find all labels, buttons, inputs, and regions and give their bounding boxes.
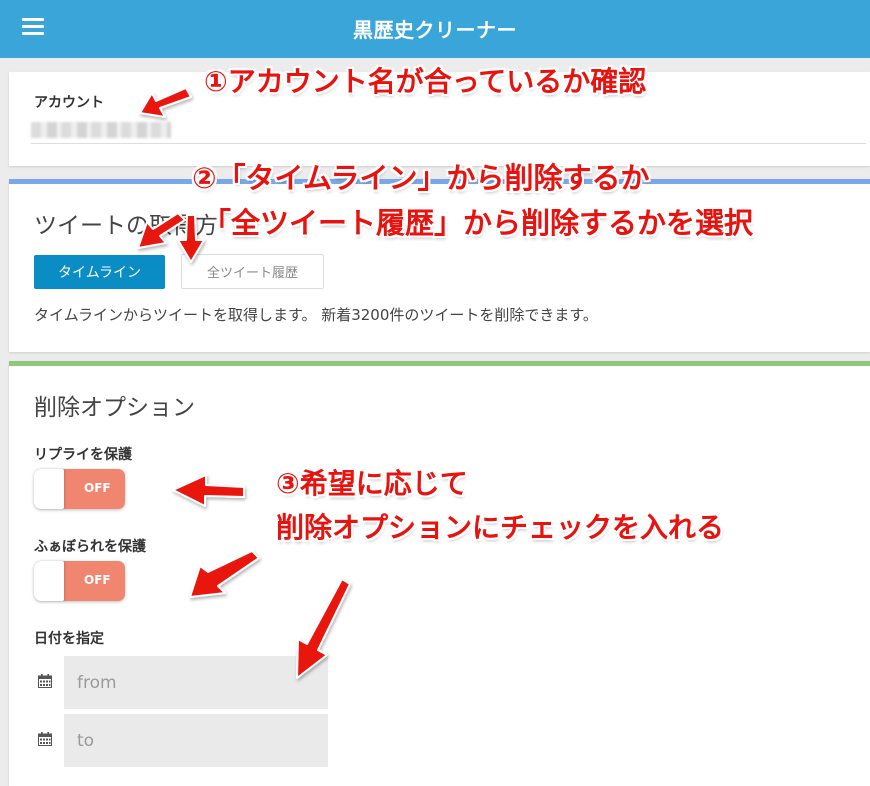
tweet-source-title: ツイートの取得方 bbox=[34, 213, 218, 239]
app-header: 黒歴史クリーナー bbox=[0, 0, 870, 58]
account-label: アカウント bbox=[34, 95, 104, 111]
annotation-step-3-line-1: ③希望に応じて bbox=[276, 467, 468, 500]
protect-replies-label: リプライを保護 bbox=[34, 447, 132, 463]
toggle-state: OFF bbox=[84, 481, 111, 495]
annotation-step-1: ①アカウント名が合っているか確認 bbox=[204, 65, 647, 98]
annotation-step-3-line-2: 削除オプションにチェックを入れる bbox=[276, 511, 725, 544]
protect-favorited-label: ふぁぼられを保護 bbox=[34, 539, 146, 555]
app-title: 黒歴史クリーナー bbox=[353, 18, 517, 42]
date-from-input[interactable] bbox=[64, 656, 328, 709]
calendar-icon bbox=[38, 732, 52, 746]
date-label: 日付を指定 bbox=[34, 631, 104, 647]
toggle-state: OFF bbox=[84, 573, 111, 587]
protect-favorited-toggle[interactable]: OFF bbox=[34, 561, 125, 601]
date-to-row bbox=[34, 714, 334, 767]
annotation-step-2-line-2: 「全ツイート履歴」から削除するかを選択 bbox=[202, 206, 754, 240]
delete-options-card: 削除オプション リプライを保護 OFF ふぁぼられを保護 OFF 日付を指定 bbox=[9, 361, 870, 786]
toggle-knob bbox=[34, 469, 64, 509]
protect-replies-toggle[interactable]: OFF bbox=[34, 469, 125, 509]
annotation-step-2-line-1: ②「タイムライン」から削除するか bbox=[192, 161, 650, 195]
account-field-underline bbox=[31, 143, 866, 144]
date-to-input[interactable] bbox=[64, 714, 328, 767]
delete-options-title: 削除オプション bbox=[34, 395, 195, 421]
tweet-source-description: タイムラインからツイートを取得します。 新着3200件のツイートを削除できます。 bbox=[34, 306, 598, 324]
date-from-row bbox=[34, 656, 334, 709]
all-history-button[interactable]: 全ツイート履歴 bbox=[181, 254, 324, 289]
calendar-icon bbox=[38, 674, 52, 688]
account-name-obscured bbox=[31, 122, 171, 138]
toggle-knob bbox=[34, 561, 64, 601]
timeline-button[interactable]: タイムライン bbox=[34, 255, 165, 289]
